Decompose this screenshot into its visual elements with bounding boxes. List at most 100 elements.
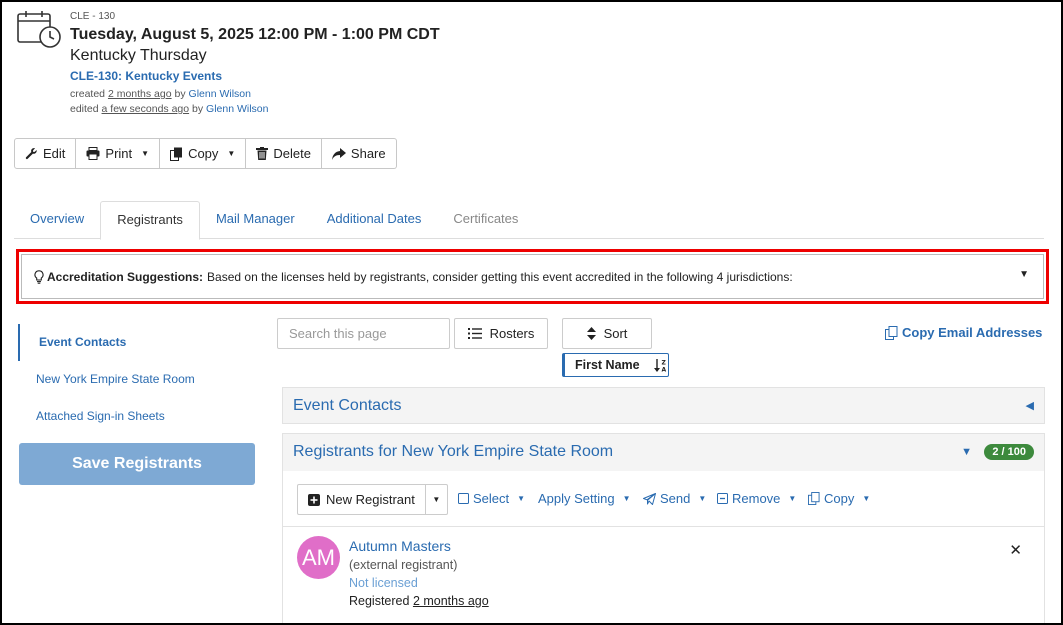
caret-down-icon: ▼ bbox=[432, 495, 441, 504]
edited-time-link[interactable]: a few seconds ago bbox=[102, 103, 190, 115]
event-code: CLE - 130 bbox=[70, 11, 116, 22]
registered-prefix: Registered bbox=[349, 594, 410, 608]
caret-down-icon: ▼ bbox=[788, 494, 797, 503]
created-by-prefix: by bbox=[174, 88, 186, 100]
copy-email-label: Copy Email Addresses bbox=[902, 325, 1043, 340]
checkbox-icon bbox=[458, 493, 469, 504]
wrench-icon bbox=[25, 148, 37, 160]
select-menu[interactable]: Select ▼ bbox=[458, 491, 525, 506]
close-icon[interactable]: ✕ bbox=[1009, 541, 1022, 559]
caret-left-icon[interactable]: ◀ bbox=[1026, 399, 1034, 412]
edited-prefix: edited bbox=[70, 103, 99, 115]
select-label: Select bbox=[473, 491, 510, 506]
minus-square-icon bbox=[717, 493, 728, 504]
event-name: Kentucky Thursday bbox=[70, 47, 207, 64]
tab-certificates[interactable]: Certificates bbox=[437, 201, 534, 239]
registered-line: Registered 2 months ago bbox=[349, 594, 489, 608]
copy-button[interactable]: Copy ▼ bbox=[160, 138, 247, 169]
svg-text:Z: Z bbox=[661, 359, 666, 366]
share-label: Share bbox=[350, 146, 386, 161]
share-button[interactable]: Share bbox=[321, 138, 397, 169]
sort-first-name-chip[interactable]: First Name ZA bbox=[562, 353, 669, 377]
event-contacts-title: Event Contacts bbox=[293, 397, 402, 414]
remove-menu[interactable]: Remove ▼ bbox=[717, 491, 796, 506]
copy-label: Copy bbox=[824, 491, 855, 506]
sidebar-item-event-contacts[interactable]: Event Contacts bbox=[18, 324, 258, 361]
copy-menu[interactable]: Copy ▼ bbox=[808, 491, 870, 506]
new-registrant-button[interactable]: New Registrant bbox=[297, 484, 426, 515]
search-input[interactable]: Search this page bbox=[277, 318, 450, 349]
program-link[interactable]: CLE-130: Kentucky Events bbox=[70, 69, 440, 83]
remove-label: Remove bbox=[732, 491, 781, 506]
send-menu[interactable]: Send ▼ bbox=[643, 491, 706, 506]
copy-label: Copy bbox=[188, 146, 219, 161]
new-registrant-dropdown[interactable]: ▼ bbox=[425, 484, 448, 515]
sidebar-item-new-york-empire-state-room[interactable]: New York Empire State Room bbox=[18, 361, 258, 398]
share-arrow-icon bbox=[331, 147, 346, 160]
license-status-link[interactable]: Not licensed bbox=[349, 576, 418, 590]
sort-icon bbox=[586, 327, 596, 340]
apply-setting-label: Apply Setting bbox=[538, 491, 615, 506]
delete-label: Delete bbox=[273, 146, 311, 161]
copy-icon bbox=[808, 492, 820, 505]
accreditation-suggestions-panel[interactable]: Accreditation Suggestions: Based on the … bbox=[21, 254, 1044, 299]
svg-text:A: A bbox=[661, 366, 666, 372]
created-by-link[interactable]: Glenn Wilson bbox=[189, 88, 251, 100]
registered-time-link[interactable]: 2 months ago bbox=[413, 594, 489, 608]
caret-down-icon: ▼ bbox=[517, 494, 526, 503]
calendar-clock-icon bbox=[17, 11, 61, 48]
event-meta: created 2 months ago by Glenn Wilson edi… bbox=[70, 87, 440, 117]
registrant-type: (external registrant) bbox=[349, 558, 458, 572]
tab-overview[interactable]: Overview bbox=[14, 201, 100, 239]
avatar: AM bbox=[297, 536, 340, 579]
accreditation-text: Based on the licenses held by registrant… bbox=[207, 269, 793, 284]
caret-down-icon: ▼ bbox=[622, 494, 631, 503]
sidebar-item-attached-sign-in-sheets[interactable]: Attached Sign-in Sheets bbox=[18, 398, 258, 435]
caret-down-icon: ▼ bbox=[698, 494, 707, 503]
delete-button[interactable]: Delete bbox=[246, 138, 322, 169]
caret-down-icon: ▼ bbox=[141, 149, 150, 158]
registrant-actions-bar: New Registrant ▼ Select ▼ Apply Setting ▼ … bbox=[282, 471, 1045, 527]
tab-registrants[interactable]: Registrants bbox=[100, 201, 200, 240]
edited-by-prefix: by bbox=[192, 103, 204, 115]
sort-alpha-icon: ZA bbox=[653, 358, 666, 372]
event-actions: Edit Print ▼ Copy ▼ Delete Share bbox=[14, 138, 397, 169]
print-button[interactable]: Print ▼ bbox=[76, 138, 161, 169]
paper-plane-icon bbox=[643, 492, 656, 505]
tab-additional-dates[interactable]: Additional Dates bbox=[311, 201, 438, 239]
accreditation-label: Accreditation Suggestions: bbox=[47, 269, 204, 284]
edited-by-link[interactable]: Glenn Wilson bbox=[206, 103, 268, 115]
event-contacts-panel[interactable]: Event Contacts ◀ bbox=[282, 387, 1045, 424]
created-line: created 2 months ago by Glenn Wilson bbox=[70, 87, 440, 102]
print-label: Print bbox=[105, 146, 133, 161]
created-prefix: created bbox=[70, 88, 106, 100]
event-header: CLE - 130 Tuesday, August 5, 2025 12:00 … bbox=[70, 11, 440, 117]
registrants-sidebar: Event Contacts New York Empire State Roo… bbox=[18, 324, 258, 435]
trash-icon bbox=[256, 147, 269, 160]
rosters-button[interactable]: Rosters bbox=[454, 318, 548, 349]
rosters-label: Rosters bbox=[489, 326, 535, 341]
caret-down-icon: ▼ bbox=[227, 149, 236, 158]
tab-mail-manager[interactable]: Mail Manager bbox=[200, 201, 311, 239]
lightbulb-icon bbox=[34, 269, 44, 284]
sort-button[interactable]: Sort bbox=[562, 318, 652, 349]
caret-down-icon[interactable]: ▼ bbox=[961, 446, 972, 458]
event-datetime: Tuesday, August 5, 2025 12:00 PM - 1:00 … bbox=[70, 26, 440, 43]
edited-line: edited a few seconds ago by Glenn Wilson bbox=[70, 102, 440, 117]
registrant-name-link[interactable]: Autumn Masters bbox=[349, 538, 451, 554]
edit-label: Edit bbox=[43, 146, 66, 161]
plus-square-icon bbox=[308, 493, 320, 506]
list-icon bbox=[467, 328, 482, 339]
copy-icon bbox=[885, 325, 898, 340]
registrant-card: AM Autumn Masters (external registrant) … bbox=[282, 527, 1045, 625]
caret-down-icon: ▼ bbox=[862, 494, 871, 503]
event-tabs: Overview Registrants Mail Manager Additi… bbox=[14, 201, 1044, 240]
created-time-link[interactable]: 2 months ago bbox=[108, 88, 172, 100]
registrants-room-panel[interactable]: Registrants for New York Empire State Ro… bbox=[282, 433, 1045, 472]
caret-down-icon[interactable]: ▼ bbox=[1019, 269, 1029, 280]
copy-email-addresses-link[interactable]: Copy Email Addresses bbox=[885, 325, 1042, 340]
apply-setting-menu[interactable]: Apply Setting ▼ bbox=[538, 491, 631, 506]
save-registrants-button[interactable]: Save Registrants bbox=[19, 443, 255, 485]
accreditation-suggestions-highlight: Accreditation Suggestions: Based on the … bbox=[16, 249, 1049, 304]
edit-button[interactable]: Edit bbox=[14, 138, 77, 169]
